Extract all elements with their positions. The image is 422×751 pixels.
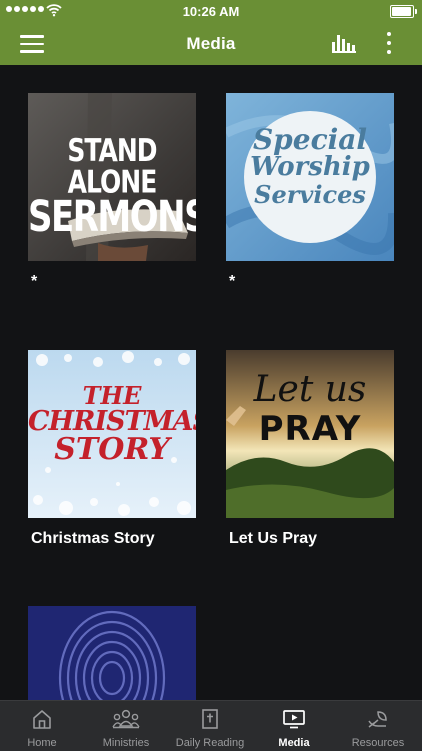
tab-resources[interactable]: Resources (336, 701, 420, 751)
art-line-3: STORY (54, 432, 170, 467)
page-title: Media (186, 34, 236, 53)
media-thumbnail: THE CHRISTMAS STORY (28, 350, 196, 518)
art-line-2: Worship (250, 152, 370, 183)
media-tile-let-us-pray[interactable]: Let us PRAY Let Us Pray (226, 350, 394, 548)
more-vertical-icon[interactable] (384, 32, 394, 56)
media-tile-special-worship[interactable]: Special Worship Services * (226, 93, 394, 291)
tab-ministries[interactable]: Ministries (84, 701, 168, 751)
tab-label: Home (27, 737, 57, 749)
art-line-2: PRAY (258, 409, 362, 449)
art-line-1: STAND ALONE (67, 132, 157, 200)
bible-icon (202, 709, 218, 729)
media-title: Let Us Pray (229, 530, 318, 547)
art-line-1: Let us (253, 369, 367, 410)
leaf-hand-icon (368, 711, 387, 728)
media-thumbnail: STAND ALONE SERMONS (28, 93, 196, 261)
media-tile-stand-alone-sermons[interactable]: STAND ALONE SERMONS * (28, 93, 196, 291)
media-title: * (229, 273, 236, 290)
tab-home[interactable]: Home (0, 701, 84, 751)
tab-label: Ministries (102, 737, 150, 749)
art-line-1: THE (82, 381, 142, 410)
media-tile-fingerprint[interactable] (28, 606, 196, 700)
header-bar: Media (0, 22, 422, 65)
media-thumbnail: Special Worship Services (226, 93, 394, 261)
media-thumbnail (28, 606, 196, 700)
tab-label: Daily Reading (175, 737, 245, 749)
art-line-2: CHRISTMAS (28, 406, 196, 437)
equalizer-icon[interactable] (332, 33, 356, 53)
home-icon (33, 710, 51, 729)
media-title: Christmas Story (31, 530, 155, 547)
media-play-icon (283, 710, 305, 729)
media-tile-christmas-story[interactable]: THE CHRISTMAS STORY Christmas Story (28, 350, 196, 548)
media-thumbnail: Let us PRAY (226, 350, 394, 518)
tab-media[interactable]: Media (252, 701, 336, 751)
tab-bar: Home Ministries Daily Reading Media Reso… (0, 700, 422, 751)
status-bar: 10:26 AM (0, 0, 422, 22)
people-icon (112, 709, 140, 729)
art-line-1: Special (252, 123, 368, 156)
media-grid: STAND ALONE SERMONS * Special Worship Se… (0, 65, 422, 700)
art-line-2: SERMONS (28, 192, 196, 242)
tab-label: Resources (351, 737, 405, 749)
tab-daily-reading[interactable]: Daily Reading (168, 701, 252, 751)
battery-icon (390, 5, 417, 18)
tab-label: Media (278, 737, 310, 749)
media-title: * (31, 273, 38, 290)
art-line-3: Services (254, 179, 366, 209)
status-time: 10:26 AM (182, 4, 240, 19)
